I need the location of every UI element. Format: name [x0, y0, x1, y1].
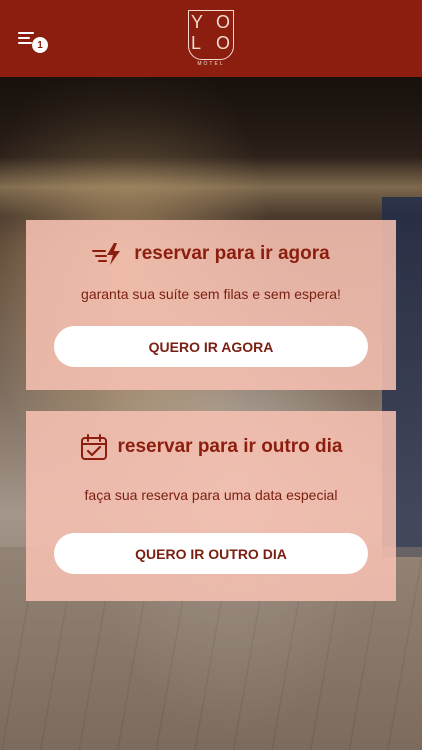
card-title: reservar para ir agora [134, 243, 330, 264]
card-subtitle: faça sua reserva para uma data especial [84, 487, 338, 503]
notification-badge: 1 [32, 37, 48, 53]
calendar-check-icon [80, 433, 108, 461]
quero-ir-outro-dia-button[interactable]: QUERO IR OUTRO DIA [54, 533, 368, 574]
quero-ir-agora-button[interactable]: QUERO IR AGORA [54, 326, 368, 367]
menu-lines-icon [18, 32, 34, 34]
card-title: reservar para ir outro dia [117, 436, 343, 457]
fast-lightning-icon [92, 242, 124, 266]
top-bar: 1 Y O L O MOTEL [0, 0, 422, 77]
menu-button[interactable]: 1 [16, 28, 50, 54]
reserve-other-day-card: reservar para ir outro dia faça sua rese… [26, 411, 396, 601]
yolo-motel-logo: Y O L O MOTEL [188, 10, 234, 67]
card-subtitle: garanta sua suíte sem filas e sem espera… [81, 286, 341, 302]
reserve-now-card: reservar para ir agora garanta sua suíte… [26, 220, 396, 390]
